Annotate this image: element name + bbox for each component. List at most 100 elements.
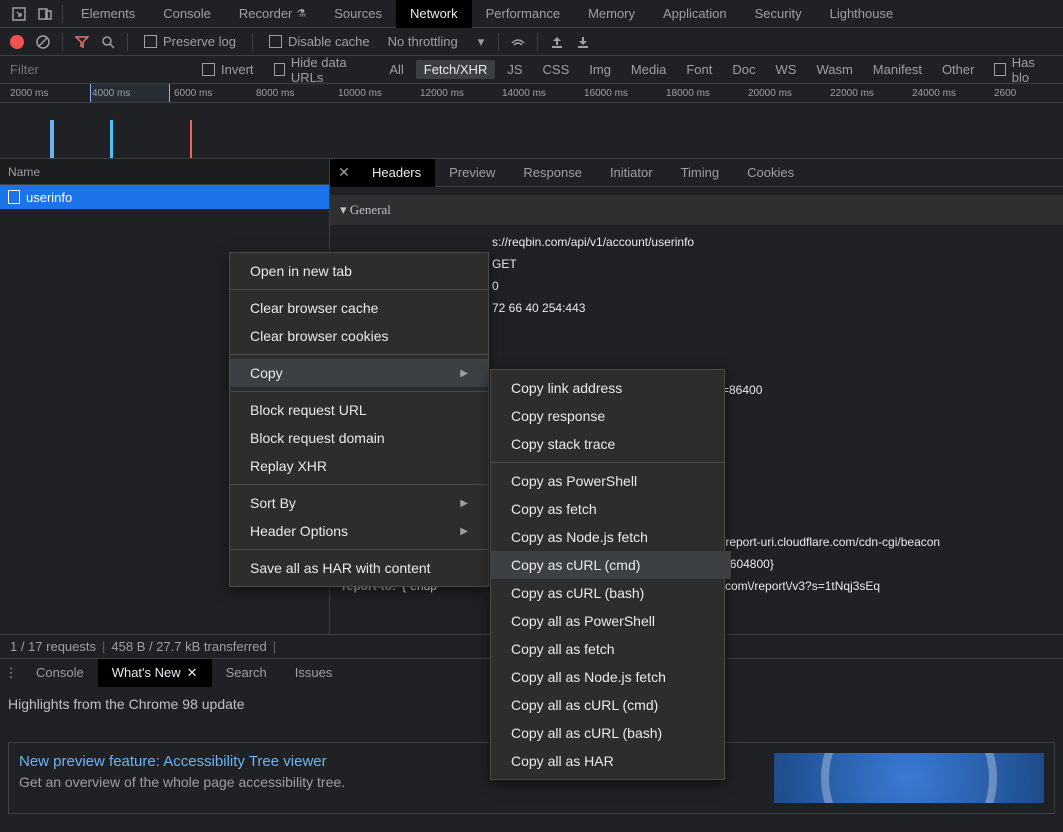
requests-header-name[interactable]: Name [0, 159, 329, 185]
disable-cache-checkbox[interactable]: Disable cache [269, 34, 370, 49]
menu-item-label: Clear browser cache [250, 300, 378, 316]
menu-item-label: Replay XHR [250, 458, 327, 474]
filter-type-manifest[interactable]: Manifest [865, 60, 930, 79]
filter-type-media[interactable]: Media [623, 60, 674, 79]
menu-item[interactable]: Block request URL [230, 396, 488, 424]
filter-type-wasm[interactable]: Wasm [808, 60, 860, 79]
request-row[interactable]: userinfo [0, 185, 329, 209]
details-tab-response[interactable]: Response [509, 159, 596, 187]
drawer-card-title: New preview feature: Accessibility Tree … [19, 753, 345, 770]
menu-item[interactable]: Sort By▶ [230, 489, 488, 517]
tab-performance[interactable]: Performance [472, 0, 574, 28]
preserve-log-checkbox[interactable]: Preserve log [144, 34, 236, 49]
timeline-selection[interactable] [90, 84, 170, 102]
menu-item[interactable]: Copy link address [491, 374, 731, 402]
menu-item[interactable]: Copy as cURL (bash) [491, 579, 731, 607]
chevron-right-icon: ▶ [460, 526, 468, 537]
network-conditions-icon[interactable] [507, 31, 529, 53]
drawer-tab-issues[interactable]: Issues [281, 659, 347, 687]
menu-item[interactable]: Replay XHR [230, 452, 488, 480]
beta-icon: ⚗ [296, 7, 306, 20]
menu-item-label: Copy all as cURL (bash) [511, 725, 662, 741]
filter-type-css[interactable]: CSS [535, 60, 578, 79]
filter-type-font[interactable]: Font [678, 60, 720, 79]
inspect-icon[interactable] [6, 1, 32, 27]
menu-item[interactable]: Copy as Node.js fetch [491, 523, 731, 551]
timeline-mark [190, 120, 192, 159]
menu-item[interactable]: Block request domain [230, 424, 488, 452]
timeline-tick-label: 2600 [994, 88, 1016, 99]
separator [498, 33, 499, 51]
upload-icon[interactable] [546, 31, 568, 53]
tab-application[interactable]: Application [649, 0, 741, 28]
filter-type-all[interactable]: All [381, 60, 411, 79]
menu-item[interactable]: Copy all as HAR [491, 747, 731, 775]
menu-item[interactable]: Clear browser cookies [230, 322, 488, 350]
menu-item[interactable]: Copy as cURL (cmd) [491, 551, 731, 579]
record-button[interactable] [10, 35, 24, 49]
filter-type-img[interactable]: Img [581, 60, 619, 79]
context-submenu: Copy link addressCopy responseCopy stack… [490, 369, 725, 780]
menu-item[interactable]: Copy all as cURL (bash) [491, 719, 731, 747]
tab-network[interactable]: Network [396, 0, 472, 28]
drawer-tab-console[interactable]: Console [22, 659, 98, 687]
timeline[interactable]: 2000 ms4000 ms6000 ms8000 ms10000 ms1200… [0, 84, 1063, 159]
tab-console[interactable]: Console [149, 0, 225, 28]
filter-input[interactable] [6, 58, 190, 81]
has-blocked-checkbox[interactable]: Has blo [994, 55, 1049, 85]
separator [62, 33, 63, 51]
menu-item[interactable]: Header Options▶ [230, 517, 488, 545]
details-tab-cookies[interactable]: Cookies [733, 159, 808, 187]
download-icon[interactable] [572, 31, 594, 53]
menu-item[interactable]: Copy all as fetch [491, 635, 731, 663]
drawer-card-desc: Get an overview of the whole page access… [19, 774, 345, 790]
details-tab-initiator[interactable]: Initiator [596, 159, 667, 187]
filter-type-other[interactable]: Other [934, 60, 983, 79]
filter-icon[interactable] [71, 31, 93, 53]
tab-memory[interactable]: Memory [574, 0, 649, 28]
menu-item[interactable]: Copy response [491, 402, 731, 430]
menu-item[interactable]: Copy all as Node.js fetch [491, 663, 731, 691]
invert-checkbox[interactable]: Invert [202, 62, 254, 77]
close-icon[interactable]: ✕ [187, 665, 198, 681]
menu-item[interactable]: Open in new tab [230, 257, 488, 285]
menu-item[interactable]: Clear browser cache [230, 294, 488, 322]
menu-item[interactable]: Copy▶ [230, 359, 488, 387]
menu-item[interactable]: Copy as fetch [491, 495, 731, 523]
filter-type-ws[interactable]: WS [767, 60, 804, 79]
menu-item[interactable]: Copy all as cURL (cmd) [491, 691, 731, 719]
search-icon[interactable] [97, 31, 119, 53]
filter-type-fetch-xhr[interactable]: Fetch/XHR [416, 60, 496, 79]
tab-recorder[interactable]: Recorder⚗ [225, 0, 320, 28]
timeline-mark [50, 120, 54, 159]
drawer-tab-whats-new[interactable]: What's New✕ [98, 659, 212, 687]
menu-item[interactable]: Copy all as PowerShell [491, 607, 731, 635]
tab-sources[interactable]: Sources [320, 0, 396, 28]
menu-separator [230, 354, 488, 355]
clear-icon[interactable] [32, 31, 54, 53]
device-mode-icon[interactable] [32, 1, 58, 27]
menu-separator [230, 484, 488, 485]
menu-item[interactable]: Copy stack trace [491, 430, 731, 458]
filter-type-js[interactable]: JS [499, 60, 530, 79]
menu-item-label: Clear browser cookies [250, 328, 389, 344]
details-tab-preview[interactable]: Preview [435, 159, 509, 187]
details-tab-timing[interactable]: Timing [667, 159, 734, 187]
menu-item-label: Copy as cURL (cmd) [511, 557, 640, 573]
tab-lighthouse[interactable]: Lighthouse [816, 0, 908, 28]
menu-item[interactable]: Save all as HAR with content [230, 554, 488, 582]
hide-data-urls-checkbox[interactable]: Hide data URLs [274, 55, 370, 85]
filter-type-doc[interactable]: Doc [724, 60, 763, 79]
menu-separator [491, 462, 724, 463]
details-close-icon[interactable]: ✕ [330, 159, 358, 187]
throttling-dropdown[interactable]: No throttling▾ [382, 34, 491, 50]
remote-address-value: 72 66 40 254:443 [492, 297, 585, 319]
separator [252, 33, 253, 51]
drawer-tab-search[interactable]: Search [212, 659, 281, 687]
menu-item[interactable]: Copy as PowerShell [491, 467, 731, 495]
details-tab-headers[interactable]: Headers [358, 159, 435, 187]
tab-elements[interactable]: Elements [67, 0, 149, 28]
drawer-menu-icon[interactable]: ⋮ [0, 665, 22, 681]
tab-security[interactable]: Security [741, 0, 816, 28]
menu-item-label: Sort By [250, 495, 296, 511]
